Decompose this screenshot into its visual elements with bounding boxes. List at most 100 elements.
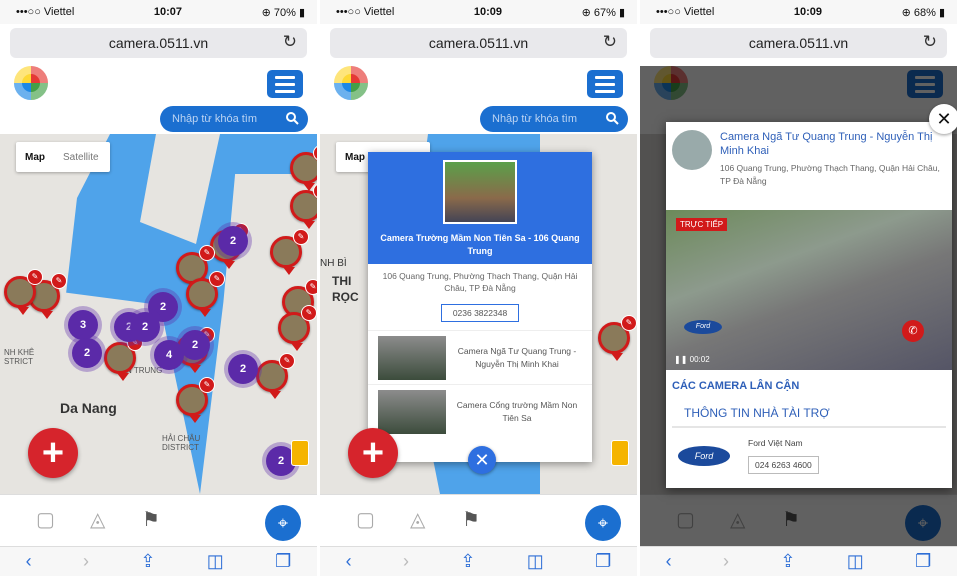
camera-marker[interactable]: ✎ (256, 353, 295, 399)
camera-marker[interactable]: ✎ (104, 335, 143, 381)
add-camera-button[interactable]: + (348, 428, 398, 478)
site-logo[interactable] (14, 66, 48, 100)
carrier: •••○○ Viettel (656, 6, 715, 18)
camera-thumbnail[interactable] (443, 160, 517, 224)
reload-icon[interactable]: ↻ (603, 32, 617, 52)
sponsor-heading: THÔNG TIN NHÀ TÀI TRỢ (672, 400, 946, 428)
camera-cluster[interactable]: 2 (228, 354, 258, 384)
search-input[interactable]: Nhập từ khóa tìm (480, 106, 628, 132)
camera-marker[interactable]: ✎ (598, 315, 637, 361)
search-icon[interactable] (285, 111, 299, 125)
site-header: Nhập từ khóa tìm (0, 62, 317, 134)
hamburger-menu-button[interactable] (587, 70, 623, 98)
share-icon[interactable]: ⇪ (460, 551, 475, 572)
share-icon[interactable]: ⇪ (140, 551, 155, 572)
search-icon[interactable] (605, 111, 619, 125)
forward-icon[interactable]: › (83, 551, 89, 572)
battery-level: ⊕ 67% ▮ (581, 6, 625, 19)
bookmarks-icon[interactable]: ◫ (207, 551, 224, 572)
map-layers-icon[interactable]: ◬ (90, 507, 105, 532)
nearby-camera-thumbnail[interactable] (378, 389, 446, 434)
live-video-player[interactable]: TRỰC TIẾP Ford ✆ ❚❚ 00:02 (666, 210, 952, 370)
camera-phone[interactable]: 0236 3822348 (441, 304, 519, 322)
address-bar[interactable]: camera.0511.vn ↻ (330, 28, 627, 58)
address-bar[interactable]: camera.0511.vn ↻ (10, 28, 307, 58)
status-bar: •••○○ Viettel 10:07 ⊕ 70% ▮ (0, 0, 317, 24)
sponsor-phone[interactable]: 024 6263 4600 (748, 456, 819, 474)
flag-icon[interactable]: ⚑ (142, 507, 160, 532)
close-modal-button[interactable]: ✕ (929, 104, 957, 134)
carrier: •••○○ Viettel (336, 6, 395, 18)
city-label: Da Nang (60, 400, 117, 416)
map-type-toggle[interactable]: Map Satellite (16, 142, 110, 172)
district-label: RỌC (332, 290, 359, 304)
reload-icon[interactable]: ↻ (283, 32, 297, 52)
nearby-camera-item[interactable]: Camera Ngã Tư Quang Trung - Nguyễn Thị M… (368, 330, 592, 384)
call-icon[interactable]: ✆ (902, 320, 924, 342)
url-text: camera.0511.vn (748, 35, 849, 51)
camera-cluster[interactable]: 2 (180, 330, 210, 360)
camera-marker[interactable]: ✎ (4, 269, 43, 315)
clock: 10:09 (793, 6, 822, 18)
reload-icon[interactable]: ↻ (923, 32, 937, 52)
camera-list-icon[interactable]: ▢ (356, 507, 375, 532)
street-view-pegman-icon[interactable] (291, 440, 309, 466)
street-view-pegman-icon[interactable] (611, 440, 629, 466)
flag-icon[interactable]: ⚑ (462, 507, 480, 532)
camera-marker[interactable]: ✎ (186, 271, 225, 317)
back-icon[interactable]: ‹ (666, 551, 672, 572)
sponsor-logo[interactable]: Ford (678, 446, 730, 466)
clock: 10:09 (473, 6, 502, 18)
camera-cluster[interactable]: 2 (130, 312, 160, 342)
camera-cluster[interactable]: 2 (72, 338, 102, 368)
clock: 10:07 (153, 6, 182, 18)
site-header: Nhập từ khóa tìm (320, 62, 637, 134)
my-location-button[interactable]: ⌖ (585, 505, 621, 541)
camera-marker[interactable]: ✎ (278, 305, 317, 351)
search-input[interactable]: Nhập từ khóa tìm (160, 106, 308, 132)
camera-avatar (672, 130, 712, 170)
site-logo[interactable] (334, 66, 368, 100)
district-label: NH BÌ (320, 258, 347, 269)
bottom-navigation: ▢ ◬ ⚑ ⌖ (0, 494, 317, 546)
tabs-icon[interactable]: ❐ (915, 551, 931, 572)
modal-header: Camera Ngã Tư Quang Trung - Nguyễn Thị M… (666, 122, 952, 210)
camera-marker[interactable]: ✎ (270, 229, 309, 275)
camera-marker[interactable]: ✎ (176, 377, 215, 423)
camera-cluster[interactable]: 2 (218, 226, 248, 256)
forward-icon[interactable]: › (403, 551, 409, 572)
nearby-camera-label[interactable]: Camera Ngã Tư Quang Trung - Nguyễn Thị M… (446, 345, 582, 371)
video-time: 00:02 (689, 355, 710, 364)
camera-info-popup: Camera Trường Mầm Non Tiên Sa - 106 Quan… (368, 152, 592, 462)
back-icon[interactable]: ‹ (346, 551, 352, 572)
map-option[interactable]: Map (16, 152, 54, 163)
my-location-button[interactable]: ⌖ (265, 505, 301, 541)
satellite-option[interactable]: Satellite (54, 152, 108, 163)
forward-icon[interactable]: › (723, 551, 729, 572)
nearby-camera-item[interactable]: Camera Cổng trường Mầm Non Tiên Sa (368, 384, 592, 438)
tabs-icon[interactable]: ❐ (275, 551, 291, 572)
camera-address: 106 Quang Trung, Phường Thạch Thang, Quậ… (382, 271, 578, 293)
add-camera-button[interactable]: + (28, 428, 78, 478)
back-icon[interactable]: ‹ (26, 551, 32, 572)
battery-percent: 70% (273, 6, 296, 19)
browser-toolbar: ‹ › ⇪ ◫ ❐ (320, 546, 637, 576)
camera-title[interactable]: Camera Trường Mầm Non Tiên Sa - 106 Quan… (368, 232, 592, 258)
bookmarks-icon[interactable]: ◫ (527, 551, 544, 572)
bookmarks-icon[interactable]: ◫ (847, 551, 864, 572)
close-popup-button[interactable]: ✕ (468, 446, 496, 474)
sponsor-name: Ford Việt Nam (748, 438, 803, 448)
camera-marker[interactable]: ✎ (290, 145, 317, 191)
map-layers-icon[interactable]: ◬ (410, 507, 425, 532)
hamburger-menu-button[interactable] (267, 70, 303, 98)
ford-logo-overlay: Ford (684, 320, 722, 334)
share-icon[interactable]: ⇪ (780, 551, 795, 572)
battery-level: ⊕ 70% ▮ (261, 6, 305, 19)
camera-marker[interactable]: ✎ (290, 183, 317, 229)
camera-list-icon[interactable]: ▢ (36, 507, 55, 532)
camera-cluster[interactable]: 3 (68, 310, 98, 340)
tabs-icon[interactable]: ❐ (595, 551, 611, 572)
address-bar[interactable]: camera.0511.vn ↻ (650, 28, 947, 58)
nearby-camera-thumbnail[interactable] (378, 335, 446, 380)
nearby-camera-label[interactable]: Camera Cổng trường Mầm Non Tiên Sa (446, 399, 582, 425)
